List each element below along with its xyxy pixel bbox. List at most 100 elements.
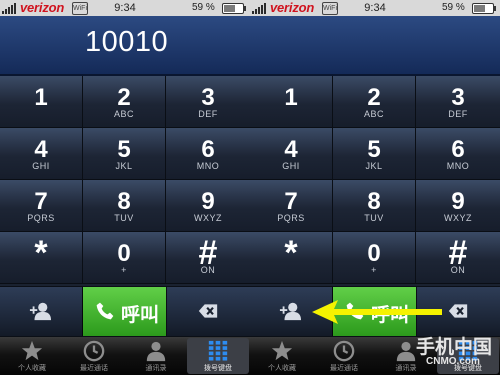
backspace-icon — [195, 301, 221, 326]
key-digit: 6 — [201, 136, 215, 163]
tab-label: 个人收藏 — [268, 365, 296, 372]
watermark-brand: 手机中国 — [416, 337, 493, 358]
key-letters: MNO — [196, 161, 220, 171]
key-letters: PQRS — [277, 213, 305, 223]
key-digit: 1 — [284, 84, 298, 111]
battery-icon — [472, 3, 496, 14]
status-time: 9:34 — [114, 2, 136, 14]
number-display — [250, 16, 500, 76]
phone-icon — [95, 301, 115, 326]
battery-icon — [222, 3, 246, 14]
keypad-key-star[interactable]: * — [0, 232, 83, 284]
call-button[interactable]: 呼叫 — [83, 287, 166, 336]
key-letters: JKL — [115, 161, 133, 171]
carrier-name: verizon — [270, 0, 315, 15]
tab-bar: 个人收藏 最近通话 通讯录 拨号键盘 — [0, 337, 250, 375]
keypad-key-0[interactable]: 0 + — [333, 232, 416, 284]
key-digit: * — [34, 234, 48, 272]
keypad-key-6[interactable]: 6 MNO — [166, 128, 250, 180]
keypad-key-hash[interactable]: # ON — [166, 232, 250, 284]
key-letters: MNO — [446, 161, 470, 171]
status-bar: verizon WiFi 9:34 59 % — [250, 0, 500, 16]
tab-label: 个人收藏 — [18, 365, 46, 372]
key-digit: 8 — [367, 188, 381, 215]
key-digit: 5 — [117, 136, 131, 163]
key-letters: TUV — [364, 213, 384, 223]
key-digit: 7 — [34, 188, 48, 215]
key-digit: 2 — [117, 84, 131, 111]
tab-label: 最近通话 — [80, 365, 108, 372]
key-letters: DEF — [198, 109, 218, 119]
watermark-domain: CNMO.com — [426, 356, 480, 367]
keypad-key-2[interactable]: 2 ABC — [83, 76, 166, 128]
key-letters: GHI — [282, 161, 300, 171]
key-letters: + — [371, 265, 377, 275]
battery-percent: 59 % — [192, 2, 215, 13]
key-digit: 0 — [117, 240, 131, 267]
keypad-key-6[interactable]: 6 MNO — [416, 128, 500, 180]
tab-label: 拨号键盘 — [204, 365, 232, 372]
add-contact-icon — [277, 300, 303, 327]
screenshot-stage: verizon WiFi 9:34 59 % 10010 1 2 ABC 3 DEF 4 GHI 5 JK… — [0, 0, 500, 375]
key-letters: + — [121, 265, 127, 275]
keypad-key-5[interactable]: 5 JKL — [333, 128, 416, 180]
key-letters: WXYZ — [194, 213, 222, 223]
keypad-key-3[interactable]: 3 DEF — [416, 76, 500, 128]
keypad-key-3[interactable]: 3 DEF — [166, 76, 250, 128]
key-digit: 5 — [367, 136, 381, 163]
key-letters: GHI — [32, 161, 50, 171]
key-digit: 7 — [284, 188, 298, 215]
keypad-key-star[interactable]: * — [250, 232, 333, 284]
keypad-key-8[interactable]: 8 TUV — [83, 180, 166, 232]
phone-screen-left: verizon WiFi 9:34 59 % 10010 1 2 ABC 3 DEF 4 GHI 5 JK… — [0, 0, 250, 375]
key-digit: 2 — [367, 84, 381, 111]
tab-clock[interactable]: 最近通话 — [63, 338, 125, 374]
battery-percent: 59 % — [442, 2, 465, 13]
key-digit: 8 — [117, 188, 131, 215]
key-digit: 9 — [201, 188, 215, 215]
keypad-key-1[interactable]: 1 — [250, 76, 333, 128]
keypad-key-2[interactable]: 2 ABC — [333, 76, 416, 128]
keypad-key-7[interactable]: 7 PQRS — [0, 180, 83, 232]
key-letters: DEF — [448, 109, 468, 119]
keypad-key-5[interactable]: 5 JKL — [83, 128, 166, 180]
key-digit: 9 — [451, 188, 465, 215]
add-contact-icon — [27, 300, 53, 327]
keypad-key-4[interactable]: 4 GHI — [0, 128, 83, 180]
status-bar: verizon WiFi 9:34 59 % — [0, 0, 250, 16]
keypad-key-hash[interactable]: # ON — [416, 232, 500, 284]
key-digit: 0 — [367, 240, 381, 267]
tab-star[interactable]: 个人收藏 — [251, 338, 313, 374]
key-digit: 1 — [34, 84, 48, 111]
key-digit: 4 — [34, 136, 48, 163]
key-digit: * — [284, 234, 298, 272]
key-letters: JKL — [365, 161, 383, 171]
dial-actions: 呼叫 — [0, 287, 250, 336]
call-label: 呼叫 — [121, 305, 160, 326]
tab-star[interactable]: 个人收藏 — [1, 338, 63, 374]
keypad-key-1[interactable]: 1 — [0, 76, 83, 128]
carrier-name: verizon — [20, 0, 65, 15]
add-contact-button[interactable] — [0, 287, 83, 336]
key-letters: ABC — [363, 109, 384, 119]
key-digit: 3 — [201, 84, 215, 111]
backspace-icon — [445, 301, 471, 326]
keypad-key-7[interactable]: 7 PQRS — [250, 180, 333, 232]
tab-clock[interactable]: 最近通话 — [313, 338, 375, 374]
status-time: 9:34 — [364, 2, 386, 14]
wifi-icon: WiFi — [72, 2, 88, 15]
number-display: 10010 — [0, 16, 250, 76]
tab-keypad[interactable]: 拨号键盘 — [187, 338, 249, 374]
keypad-key-4[interactable]: 4 GHI — [250, 128, 333, 180]
keypad-key-9[interactable]: 9 WXYZ — [416, 180, 500, 232]
keypad-key-8[interactable]: 8 TUV — [333, 180, 416, 232]
delete-button[interactable] — [167, 287, 250, 336]
key-letters: WXYZ — [444, 213, 472, 223]
keypad-key-0[interactable]: 0 + — [83, 232, 166, 284]
key-digit: 3 — [451, 84, 465, 111]
dial-keypad: 1 2 ABC 3 DEF 4 GHI 5 JKL 6 MNO 7 PQRS 8 TUV 9 WXYZ * 0 + # O… — [0, 76, 250, 286]
keypad-key-9[interactable]: 9 WXYZ — [166, 180, 250, 232]
tab-person[interactable]: 通讯录 — [125, 338, 187, 374]
signal-icon — [2, 3, 16, 14]
key-digit: 4 — [284, 136, 298, 163]
